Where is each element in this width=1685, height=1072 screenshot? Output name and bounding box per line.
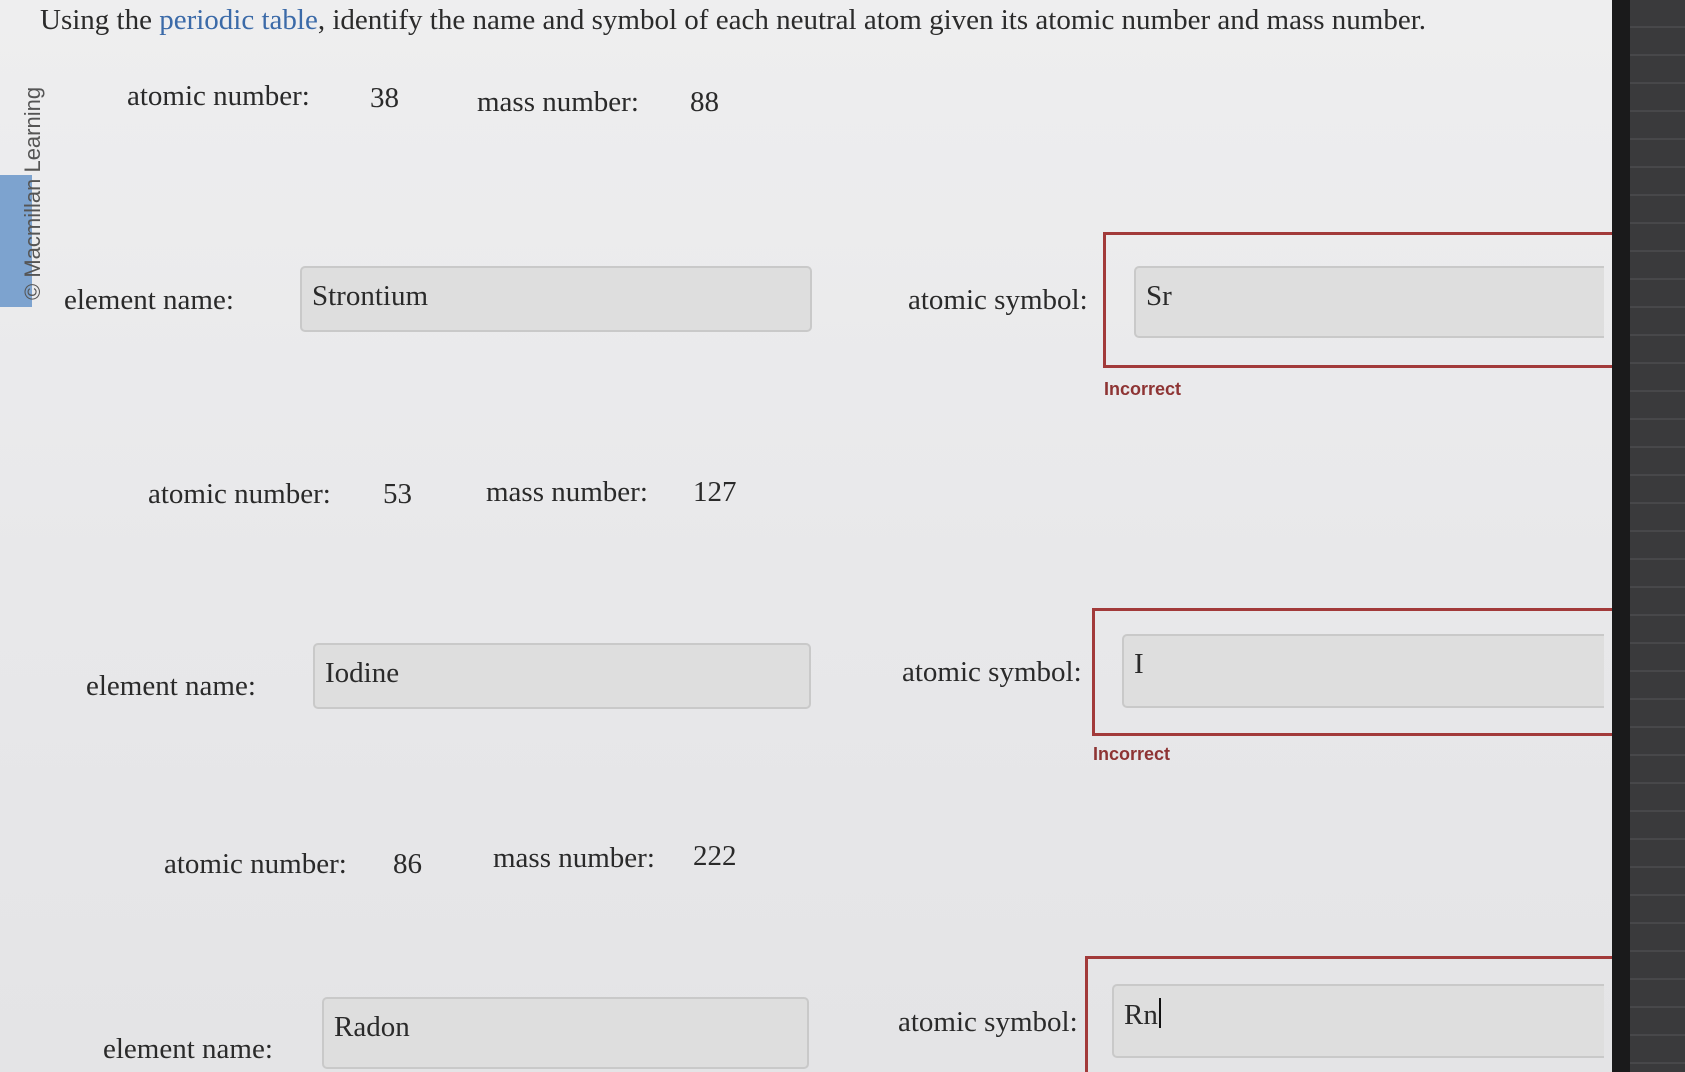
atomic-symbol-input-2[interactable]: I [1122,634,1604,708]
instruction-prefix: Using the [40,4,160,36]
mass-number-label-3: mass number: [493,842,655,874]
atomic-number-value-3: 86 [393,848,422,880]
copyright-notice: © Macmillan Learning [20,86,45,300]
mass-number-label-2: mass number: [486,476,648,508]
element-name-label-1: element name: [64,284,234,316]
question-instruction: Using the periodic table, identify the n… [40,4,1600,37]
incorrect-feedback-2: Incorrect [1093,744,1171,764]
text-caret [1158,998,1161,1028]
atomic-symbol-label-1: atomic symbol: [908,284,1088,316]
mass-number-value-2: 127 [693,476,737,508]
atomic-number-label-1: atomic number: [127,80,310,112]
atomic-number-value-2: 53 [383,478,412,510]
atomic-number-value-1: 38 [370,82,399,114]
atomic-symbol-input-3-text: Rn [1124,999,1158,1031]
atomic-symbol-label-2: atomic symbol: [902,656,1082,688]
right-edge-shadow [1612,0,1630,1072]
mass-number-label-1: mass number: [477,86,639,118]
atomic-symbol-input-1[interactable]: Sr [1134,266,1604,338]
question-page [0,0,1612,1072]
incorrect-feedback-1: Incorrect [1104,379,1182,399]
atomic-symbol-label-3: atomic symbol: [898,1006,1078,1038]
mass-number-value-3: 222 [693,840,737,872]
atomic-number-label-2: atomic number: [148,478,331,510]
element-name-label-2: element name: [86,670,256,702]
element-name-input-2[interactable]: Iodine [313,643,811,709]
atomic-number-label-3: atomic number: [164,848,347,880]
element-name-label-3: element name: [103,1033,273,1065]
atomic-symbol-input-3[interactable]: Rn [1112,984,1604,1058]
mass-number-value-1: 88 [690,86,719,118]
periodic-table-link[interactable]: periodic table [159,4,318,36]
instruction-suffix: , identify the name and symbol of each n… [317,4,1427,36]
element-name-input-1[interactable]: Strontium [300,266,812,332]
element-name-input-3[interactable]: Radon [322,997,809,1069]
